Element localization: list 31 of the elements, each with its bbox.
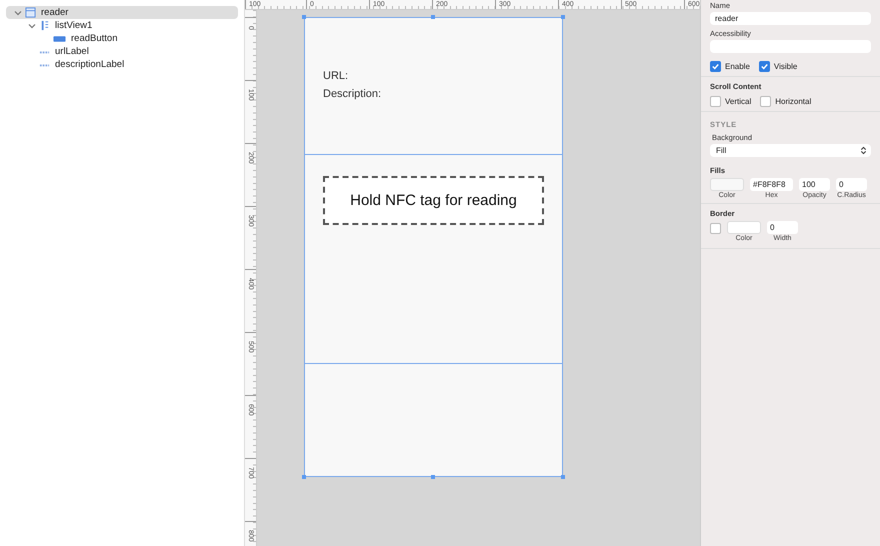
outline-item[interactable]: descriptionLabel [6,58,238,71]
hex-field[interactable]: #F8F8F8 [750,178,793,191]
outline-item[interactable]: urlLabel [6,45,238,58]
list-icon [39,20,50,31]
button-icon [53,34,66,42]
color-swatch[interactable] [727,221,761,234]
outline-item[interactable]: listView1 [6,19,238,32]
text-label[interactable]: Description: [323,88,562,100]
outline-item[interactable]: readButton [6,32,238,45]
checkbox[interactable] [710,61,721,72]
list-view[interactable]: Hold NFC tag for reading [304,154,563,364]
read-button[interactable]: Hold NFC tag for reading [323,176,544,225]
checkbox[interactable] [710,223,721,234]
outline-item[interactable]: reader [6,6,238,19]
screen-frame[interactable]: URL: Description: Hold NFC tag for reading [304,17,563,477]
checkbox-label: Vertical [725,97,752,106]
opacity-field[interactable]: 100 [799,178,830,191]
window-icon [25,7,36,18]
name-field[interactable]: reader [710,12,871,25]
checkbox-label: Visible [774,62,798,71]
checkbox-label: Horizontal [775,97,812,106]
checkbox-label: Enable [725,62,750,71]
text-label[interactable]: URL: [323,70,562,82]
radius-field[interactable]: 0 [836,178,867,191]
checkbox[interactable] [710,96,721,107]
checkbox[interactable] [760,96,772,107]
stepper-arrows-icon [860,146,867,155]
color-swatch[interactable] [710,178,744,191]
checkbox[interactable] [758,61,770,72]
background-select[interactable]: Fill [710,144,871,157]
width-field[interactable]: 0 [767,221,798,234]
